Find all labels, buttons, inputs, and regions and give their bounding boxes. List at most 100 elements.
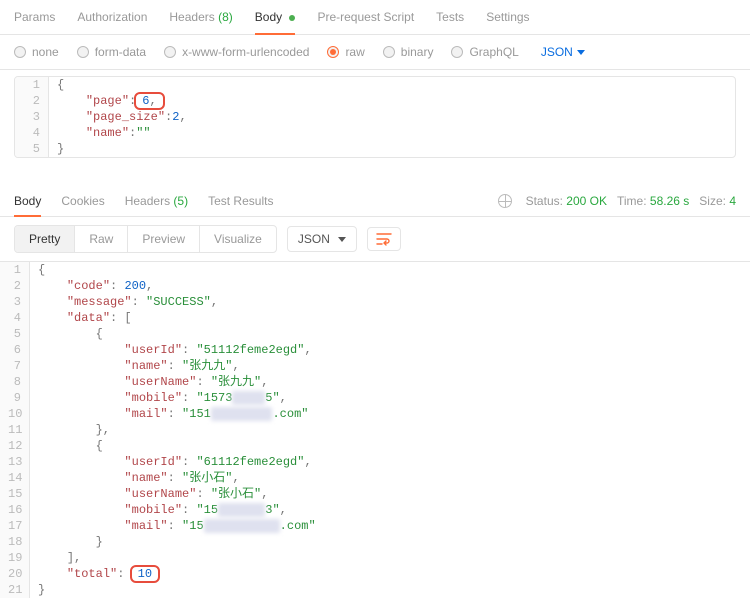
response-tabs: Body Cookies Headers (5) Test Results St… [0,182,750,217]
resp-tab-headers-label: Headers [125,194,170,208]
dirty-dot-icon [289,15,295,21]
resp-u2-userId: "61112feme2egd" [196,455,304,469]
gutter: 10 [0,406,30,422]
time-value: 58.26 s [650,194,689,208]
gutter: 6 [0,342,30,358]
tab-headers-label: Headers [169,10,214,24]
gutter: 8 [0,374,30,390]
response-status: Status: 200 OK Time: 58.26 s Size: 4 [498,194,736,208]
resp-u1-mobile-b: 5" [265,391,279,405]
view-raw[interactable]: Raw [75,226,128,252]
radio-urlencoded-label: x-www-form-urlencoded [182,45,309,59]
gutter: 17 [0,518,30,534]
resp-tab-body[interactable]: Body [14,194,41,208]
content-type-label: JSON [541,45,573,59]
resp-u1-userId: "51112feme2egd" [196,343,304,357]
response-format-label: JSON [298,232,330,246]
resp-mobile-key: "mobile" [124,391,182,405]
masked-text: xxxxxxxx [211,407,273,421]
resp-data-key: "data" [67,311,110,325]
resp-u2-mobile-a: "15 [196,503,218,517]
gutter: 12 [0,438,30,454]
resp-total-val: 10 [138,567,152,581]
radio-raw[interactable]: raw [327,45,364,59]
gutter: 14 [0,470,30,486]
resp-u1-mobile-a: "1573 [196,391,232,405]
masked-text: xxxxxxxxxx [204,519,280,533]
resp-userId-key: "userId" [124,455,182,469]
resp-u1-userName: "张九九" [211,375,261,389]
resp-userId-key: "userId" [124,343,182,357]
radio-binary[interactable]: binary [383,45,434,59]
resp-mail-key: "mail" [124,519,167,533]
resp-code-val: 200 [124,279,146,293]
highlight-page-value: 6, [134,92,164,110]
gutter: 19 [0,550,30,566]
radio-form-data-label: form-data [95,45,146,59]
view-preview[interactable]: Preview [128,226,200,252]
resp-message-key: "message" [67,295,132,309]
tab-body[interactable]: Body [255,10,296,24]
wrap-lines-button[interactable] [367,227,401,251]
tab-authorization[interactable]: Authorization [77,10,147,24]
body-type-row: none form-data x-www-form-urlencoded raw… [0,35,750,70]
view-pretty[interactable]: Pretty [15,226,75,252]
size-label: Size: [699,194,726,208]
radio-binary-label: binary [401,45,434,59]
resp-u1-mail-a: "151 [182,407,211,421]
chevron-down-icon [577,50,585,55]
resp-u2-mail-a: "15 [182,519,204,533]
masked-text: xxxxxx [218,503,265,517]
gutter: 11 [0,422,30,438]
gutter: 9 [0,390,30,406]
resp-tab-cookies[interactable]: Cookies [61,194,104,208]
resp-name-key: "name" [124,359,167,373]
view-visualize[interactable]: Visualize [200,226,276,252]
req-pagesize-key: "page_size" [86,110,165,124]
resp-tab-headers-count: (5) [173,194,188,208]
view-mode-segment: Pretty Raw Preview Visualize [14,225,277,253]
request-body-editor[interactable]: 1{ 2 "page":6, 3 "page_size":2, 4 "name"… [14,76,736,158]
gutter: 21 [0,582,30,598]
resp-u1-mail-b: .com" [272,407,308,421]
tab-prerequest[interactable]: Pre-request Script [317,10,414,24]
tab-settings[interactable]: Settings [486,10,529,24]
globe-icon[interactable] [498,194,512,208]
req-page-key: "page" [86,94,129,108]
response-format-select[interactable]: JSON [287,226,357,252]
status-label: Status: [526,194,563,208]
resp-tab-testresults[interactable]: Test Results [208,194,273,208]
resp-name-key: "name" [124,471,167,485]
response-toolbar: Pretty Raw Preview Visualize JSON [0,217,750,261]
req-name-key: "name" [86,126,129,140]
tab-tests[interactable]: Tests [436,10,464,24]
gutter: 20 [0,566,30,582]
radio-none-label: none [32,45,59,59]
resp-u2-mail-b: .com" [280,519,316,533]
radio-form-data[interactable]: form-data [77,45,146,59]
tab-headers[interactable]: Headers (8) [169,10,232,24]
gutter: 2 [0,278,30,294]
resp-u2-mobile-b: 3" [265,503,279,517]
gutter: 3 [0,294,30,310]
resp-tab-headers[interactable]: Headers (5) [125,194,188,208]
radio-graphql[interactable]: GraphQL [451,45,518,59]
radio-urlencoded[interactable]: x-www-form-urlencoded [164,45,309,59]
resp-mobile-key: "mobile" [124,503,182,517]
gutter: 1 [0,262,30,278]
gutter: 16 [0,502,30,518]
response-body-viewer[interactable]: 1{ 2 "code": 200, 3 "message": "SUCCESS"… [0,261,750,598]
gutter: 7 [0,358,30,374]
gutter: 4 [15,125,49,141]
gutter: 5 [0,326,30,342]
radio-raw-label: raw [345,45,364,59]
tab-params[interactable]: Params [14,10,55,24]
resp-userName-key: "userName" [124,375,196,389]
time-label: Time: [617,194,647,208]
gutter: 18 [0,534,30,550]
gutter: 5 [15,141,49,157]
radio-none[interactable]: none [14,45,59,59]
highlight-total-value: 10 [130,565,160,583]
content-type-select[interactable]: JSON [541,45,585,59]
tab-body-label: Body [255,10,282,24]
